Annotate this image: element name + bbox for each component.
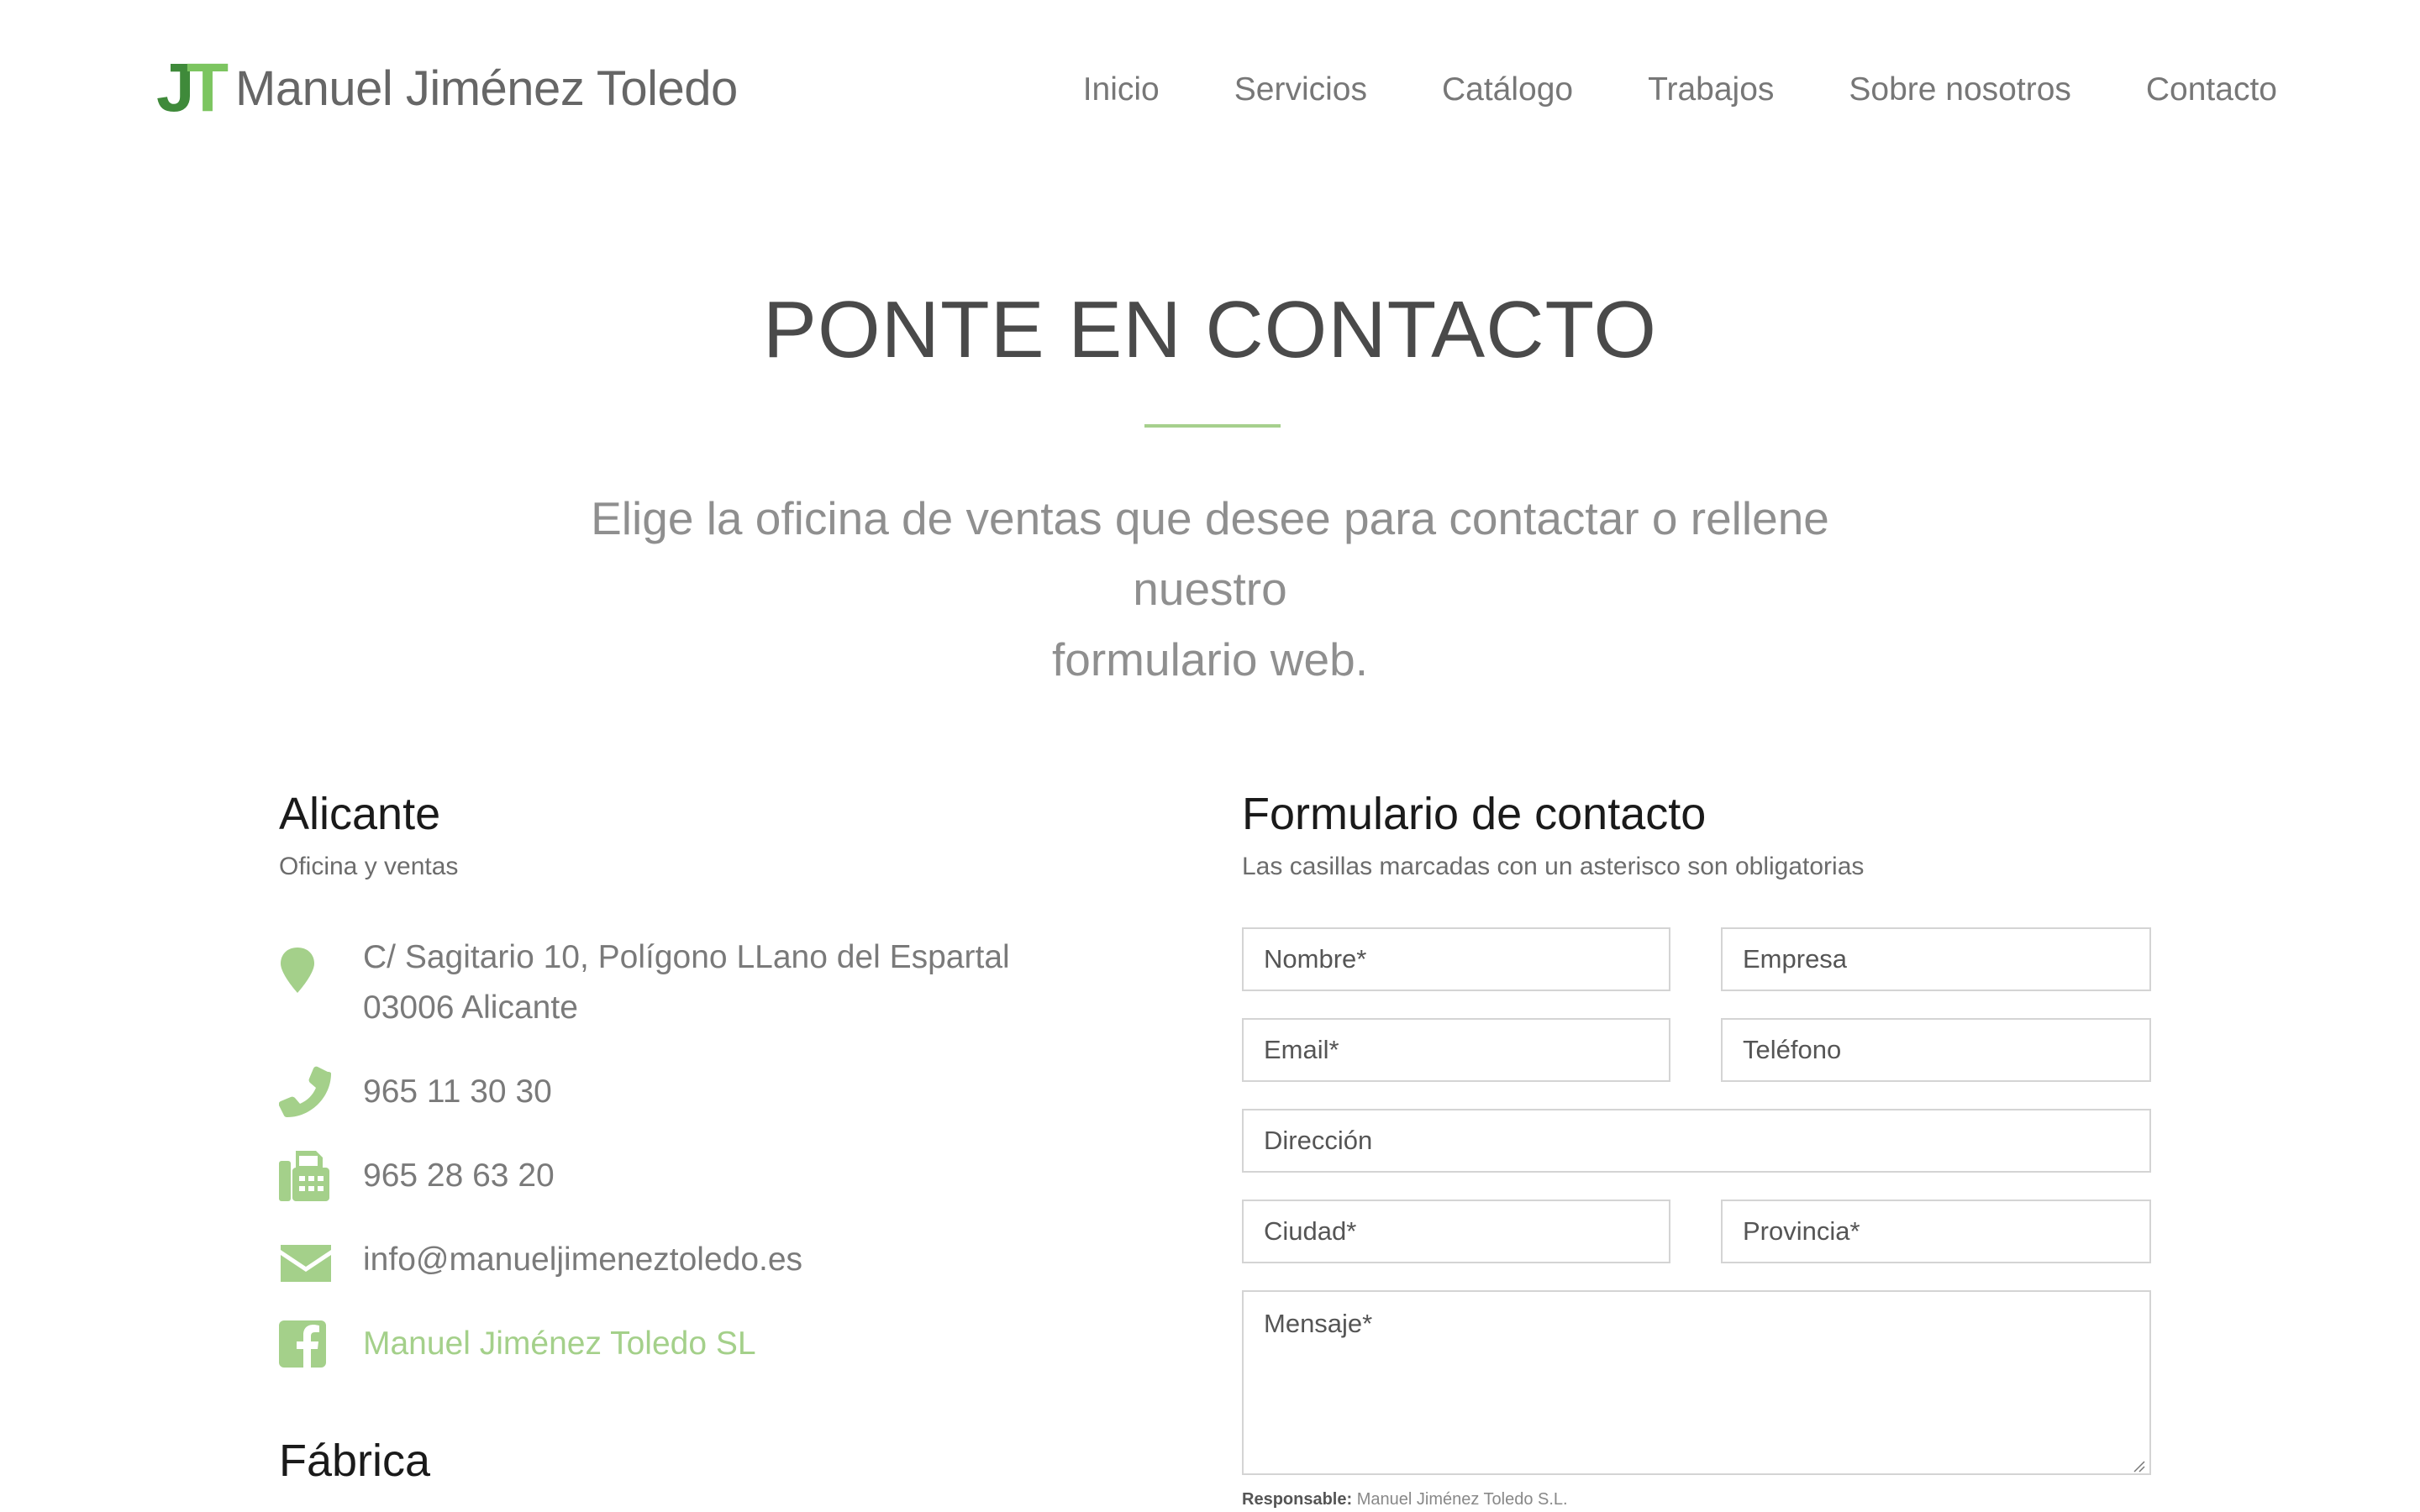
email-address[interactable]: info@manueljimeneztoledo.es — [363, 1235, 802, 1285]
facebook-link[interactable]: Manuel Jiménez Toledo SL — [363, 1319, 756, 1369]
facebook-icon — [279, 1320, 326, 1368]
envelope-icon — [281, 1245, 331, 1282]
form-title: Formulario de contacto — [1242, 789, 1707, 839]
page-title: PONTE EN CONTACTO — [762, 285, 1658, 375]
office-info: Alicante Oficina y ventas C/ Sagitario 1… — [279, 789, 1119, 1368]
logo-mark: J T — [156, 54, 229, 123]
phone-icon — [279, 1066, 331, 1117]
legal-label: Responsable: — [1242, 1490, 1353, 1509]
page-subtitle-line-1: Elige la oficina de ventas que desee par… — [591, 492, 1829, 615]
fax-icon — [279, 1151, 329, 1201]
address-line-1: C/ Sagitario 10, Polígono LLano del Espa… — [363, 939, 1010, 975]
nav-item-catalogo[interactable]: Catálogo — [1442, 71, 1573, 110]
logo-letter-j: J — [156, 50, 195, 126]
nav-item-servicios[interactable]: Servicios — [1234, 71, 1367, 110]
brand-logo[interactable]: J T Manuel Jiménez Toledo — [156, 54, 738, 123]
telefono-field[interactable] — [1721, 1018, 2151, 1082]
ciudad-field[interactable] — [1242, 1200, 1670, 1263]
direccion-field[interactable] — [1242, 1109, 2151, 1173]
main-nav: Inicio Servicios Catálogo Trabajos Sobre… — [1083, 71, 2277, 110]
provincia-field[interactable] — [1721, 1200, 2151, 1263]
nav-item-sobre-nosotros[interactable]: Sobre nosotros — [1849, 71, 2071, 110]
email-field[interactable] — [1242, 1018, 1670, 1082]
nav-item-inicio[interactable]: Inicio — [1083, 71, 1160, 110]
brand-name: Manuel Jiménez Toledo — [235, 61, 738, 116]
page-subtitle-line-2: formulario web. — [1052, 633, 1368, 685]
map-pin-icon — [281, 948, 314, 993]
phone-number[interactable]: 965 11 30 30 — [363, 1067, 552, 1117]
legal-notice: Responsable: Manuel Jiménez Toledo S.L. — [1242, 1490, 1568, 1509]
site-header: J T Manuel Jiménez Toledo Inicio Servici… — [0, 0, 2420, 185]
form-subtitle: Las casillas marcadas con un asterisco s… — [1242, 853, 1865, 881]
nombre-field[interactable] — [1242, 927, 1670, 991]
nav-item-trabajos[interactable]: Trabajos — [1648, 71, 1774, 110]
legal-value: Manuel Jiménez Toledo S.L. — [1356, 1490, 1568, 1509]
address-text: C/ Sagitario 10, Polígono LLano del Espa… — [363, 932, 1010, 1033]
mensaje-field[interactable] — [1242, 1290, 2151, 1475]
nav-item-contacto[interactable]: Contacto — [2146, 71, 2277, 110]
empresa-field[interactable] — [1721, 927, 2151, 991]
contact-form: Formulario de contacto Las casillas marc… — [1242, 789, 2154, 1475]
title-divider — [1144, 424, 1281, 428]
office-title: Alicante — [279, 789, 441, 839]
logo-letter-t: T — [187, 50, 229, 126]
address-line-2: 03006 Alicante — [363, 990, 578, 1026]
factory-title: Fábrica — [279, 1436, 431, 1486]
page-subtitle: Elige la oficina de ventas que desee par… — [538, 483, 1882, 695]
resize-handle-icon[interactable] — [2133, 1460, 2146, 1473]
fax-number: 965 28 63 20 — [363, 1158, 555, 1194]
office-subtitle: Oficina y ventas — [279, 853, 459, 881]
